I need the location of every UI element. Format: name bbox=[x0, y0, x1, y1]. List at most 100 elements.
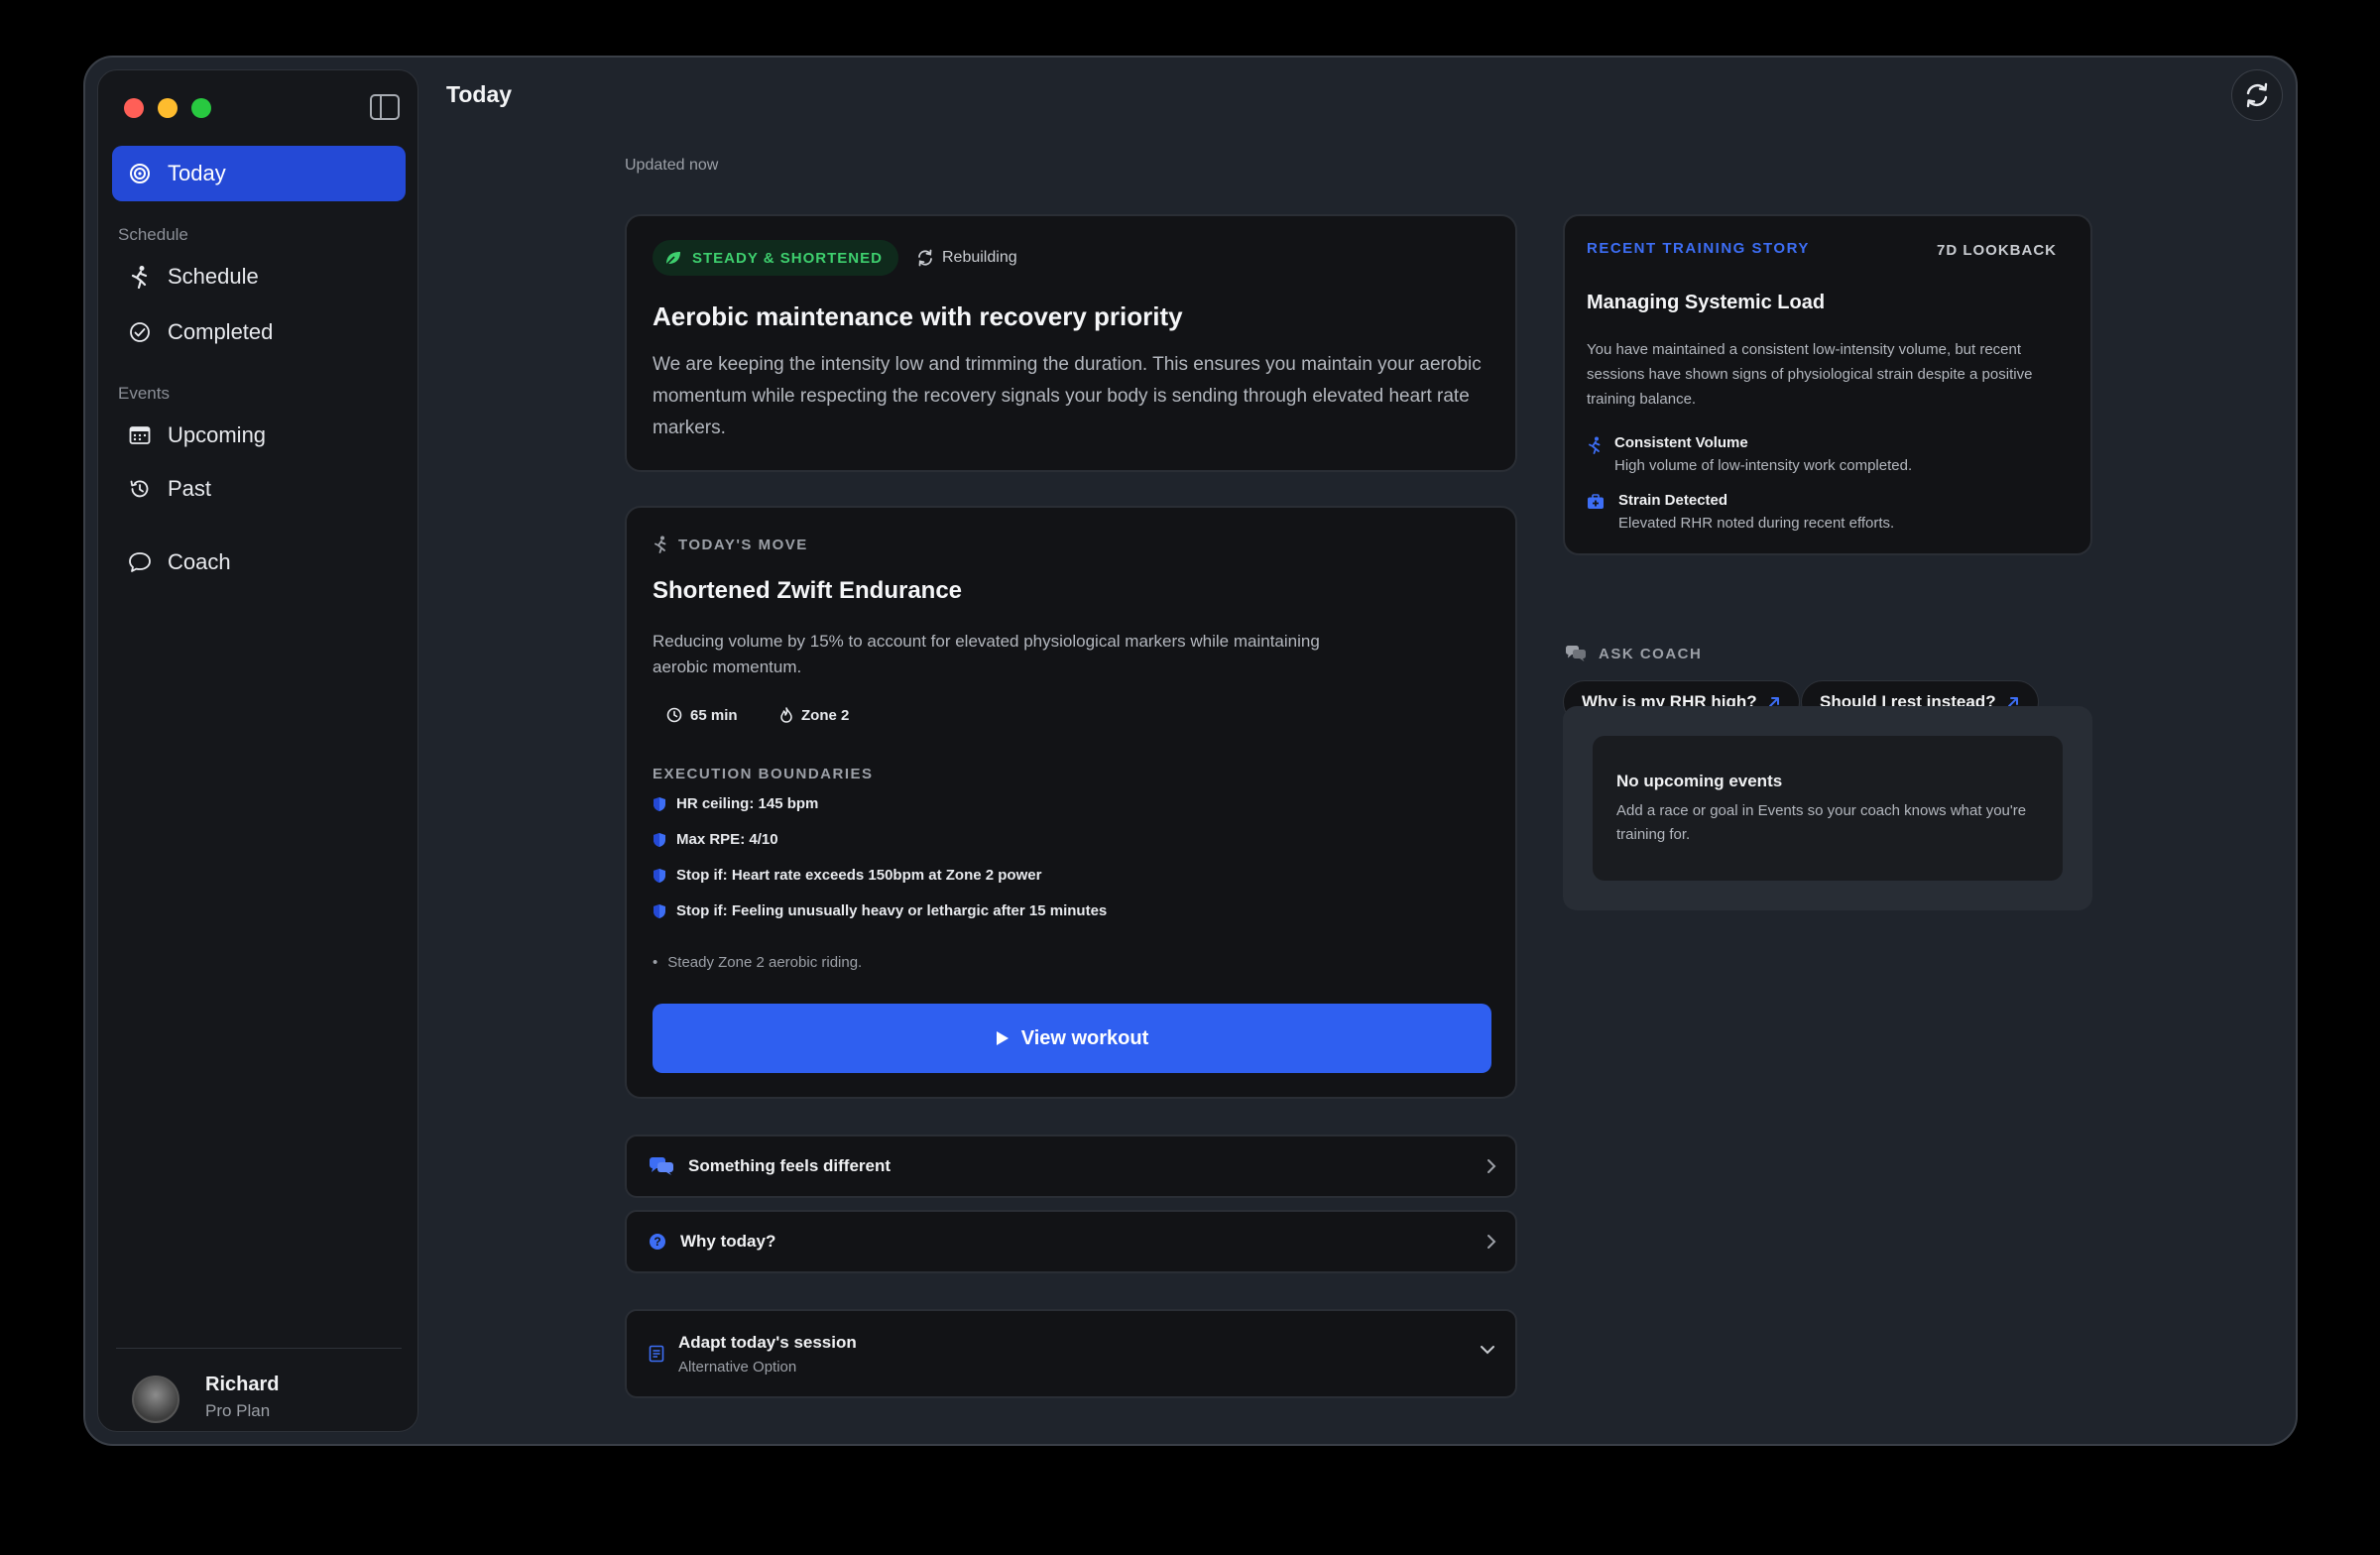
todays-move-card: TODAY'S MOVE Shortened Zwift Endurance R… bbox=[625, 506, 1517, 1099]
row-sublabel: Alternative Option bbox=[678, 1358, 797, 1376]
chat-bubbles-icon bbox=[649, 1156, 674, 1176]
sidebar-item-label: Schedule bbox=[168, 264, 259, 289]
adapt-session-row[interactable]: Adapt today's session Alternative Option bbox=[625, 1309, 1517, 1398]
ask-coach-label: ASK COACH bbox=[1599, 645, 1703, 662]
minimize-window-button[interactable] bbox=[158, 98, 178, 118]
view-workout-label: View workout bbox=[1020, 1026, 1149, 1049]
sidebar-toggle-icon[interactable] bbox=[370, 94, 400, 120]
flame-icon bbox=[779, 707, 793, 723]
boundary-item: Stop if: Heart rate exceeds 150bpm at Zo… bbox=[653, 867, 1041, 884]
updated-status: Updated now bbox=[625, 157, 719, 174]
workout-note-text: Steady Zone 2 aerobic riding. bbox=[667, 954, 863, 971]
view-workout-button[interactable]: View workout bbox=[653, 1004, 1491, 1073]
todays-move-label: TODAY'S MOVE bbox=[678, 536, 808, 553]
zone-value: Zone 2 bbox=[801, 706, 850, 724]
calendar-icon bbox=[128, 423, 152, 447]
sidebar-item-label: Past bbox=[168, 476, 212, 501]
summary-card: STEADY & SHORTENED Rebuilding Aerobic ma… bbox=[625, 214, 1517, 472]
chevron-down-icon bbox=[1478, 1343, 1497, 1357]
lookback-label[interactable]: 7D LOOKBACK bbox=[1937, 242, 2057, 259]
story-point-title: Consistent Volume bbox=[1614, 434, 1748, 451]
workout-description: Reducing volume by 15% to account for el… bbox=[653, 632, 1320, 676]
sidebar-item-coach[interactable]: Coach bbox=[112, 535, 406, 590]
avatar[interactable] bbox=[132, 1376, 179, 1423]
duration-value: 65 min bbox=[690, 706, 738, 724]
workout-title: Shortened Zwift Endurance bbox=[653, 577, 963, 604]
leaf-icon bbox=[664, 250, 682, 266]
medical-kit-icon bbox=[1587, 492, 1618, 532]
question-circle-icon: ? bbox=[649, 1233, 666, 1251]
sidebar-item-past[interactable]: Past bbox=[112, 461, 406, 517]
boundary-text: Stop if: Heart rate exceeds 150bpm at Zo… bbox=[676, 867, 1042, 884]
sidebar-item-today[interactable]: Today bbox=[112, 146, 406, 201]
target-icon bbox=[128, 162, 152, 185]
shield-icon bbox=[653, 832, 666, 848]
rebuilding-label: Rebuilding bbox=[942, 249, 1017, 266]
sidebar-item-completed[interactable]: Completed bbox=[112, 304, 406, 360]
summary-title: Aerobic maintenance with recovery priori… bbox=[653, 301, 1183, 331]
sidebar: Today Schedule Schedule Completed Events… bbox=[97, 69, 418, 1432]
page-title: Today bbox=[446, 81, 513, 107]
history-icon bbox=[128, 477, 152, 501]
clock-icon bbox=[666, 707, 682, 723]
play-icon bbox=[996, 1030, 1010, 1046]
chevron-right-icon bbox=[1486, 1232, 1497, 1252]
story-point-sub: Elevated RHR noted during recent efforts… bbox=[1618, 515, 1895, 532]
shield-icon bbox=[653, 903, 666, 919]
user-plan: Pro Plan bbox=[205, 1401, 271, 1420]
story-point: Consistent Volume High volume of low-int… bbox=[1587, 434, 1912, 474]
something-feels-different-row[interactable]: Something feels different bbox=[625, 1135, 1517, 1198]
todays-move-header: TODAY'S MOVE bbox=[653, 536, 808, 553]
execution-boundaries-label: EXECUTION BOUNDARIES bbox=[653, 766, 874, 782]
status-badge-label: STEADY & SHORTENED bbox=[692, 249, 883, 267]
chat-bubble-icon bbox=[128, 550, 152, 574]
nav-section-events: Events bbox=[118, 384, 170, 403]
svg-text:?: ? bbox=[654, 1235, 660, 1249]
check-circle-icon bbox=[128, 320, 152, 344]
training-story-card: RECENT TRAINING STORY 7D LOOKBACK Managi… bbox=[1563, 214, 2092, 555]
sidebar-item-label: Today bbox=[168, 161, 226, 185]
refresh-icon bbox=[2242, 80, 2272, 110]
sidebar-item-label: Completed bbox=[168, 319, 274, 344]
training-story-label: RECENT TRAINING STORY bbox=[1587, 240, 1810, 257]
story-title: Managing Systemic Load bbox=[1587, 292, 1826, 313]
duration-chip: 65 min bbox=[653, 698, 752, 732]
sidebar-item-schedule[interactable]: Schedule bbox=[112, 249, 406, 304]
bullet-icon: • bbox=[653, 954, 658, 971]
status-badge: STEADY & SHORTENED bbox=[653, 240, 898, 276]
boundary-text: Max RPE: 4/10 bbox=[676, 831, 778, 848]
close-window-button[interactable] bbox=[124, 98, 144, 118]
empty-events-body: Add a race or goal in Events so your coa… bbox=[1616, 802, 2027, 843]
sidebar-item-label: Coach bbox=[168, 549, 231, 574]
row-label: Adapt today's session bbox=[678, 1332, 857, 1352]
shield-icon bbox=[653, 868, 666, 884]
running-icon bbox=[1587, 434, 1614, 474]
sidebar-item-upcoming[interactable]: Upcoming bbox=[112, 408, 406, 463]
story-body: You have maintained a consistent low-int… bbox=[1587, 341, 2033, 408]
zone-chip: Zone 2 bbox=[766, 698, 863, 732]
row-label: Something feels different bbox=[688, 1156, 892, 1175]
adapt-text: Adapt today's session Alternative Option bbox=[678, 1333, 857, 1376]
app-window: Today Schedule Schedule Completed Events… bbox=[83, 56, 2298, 1446]
row-label: Why today? bbox=[680, 1232, 776, 1251]
summary-body: We are keeping the intensity low and tri… bbox=[653, 354, 1482, 438]
cycle-icon bbox=[916, 249, 934, 267]
running-icon bbox=[653, 536, 668, 553]
boundary-text: Stop if: Feeling unusually heavy or leth… bbox=[676, 902, 1108, 919]
refresh-button[interactable] bbox=[2231, 69, 2283, 121]
empty-events-card: No upcoming events Add a race or goal in… bbox=[1593, 736, 2063, 881]
chat-bubbles-icon bbox=[1565, 645, 1587, 662]
story-point-title: Strain Detected bbox=[1618, 492, 1728, 509]
boundary-text: HR ceiling: 145 bpm bbox=[676, 795, 819, 812]
story-point: Strain Detected Elevated RHR noted durin… bbox=[1587, 492, 1894, 532]
running-icon bbox=[128, 265, 152, 289]
document-icon bbox=[649, 1345, 664, 1363]
maximize-window-button[interactable] bbox=[191, 98, 211, 118]
why-today-row[interactable]: ? Why today? bbox=[625, 1210, 1517, 1273]
story-point-sub: High volume of low-intensity work comple… bbox=[1614, 457, 1913, 474]
nav-section-schedule: Schedule bbox=[118, 225, 188, 244]
empty-events-title: No upcoming events bbox=[1616, 772, 1783, 790]
sidebar-divider bbox=[116, 1348, 402, 1349]
shield-icon bbox=[653, 796, 666, 812]
boundary-item: Stop if: Feeling unusually heavy or leth… bbox=[653, 902, 1107, 919]
